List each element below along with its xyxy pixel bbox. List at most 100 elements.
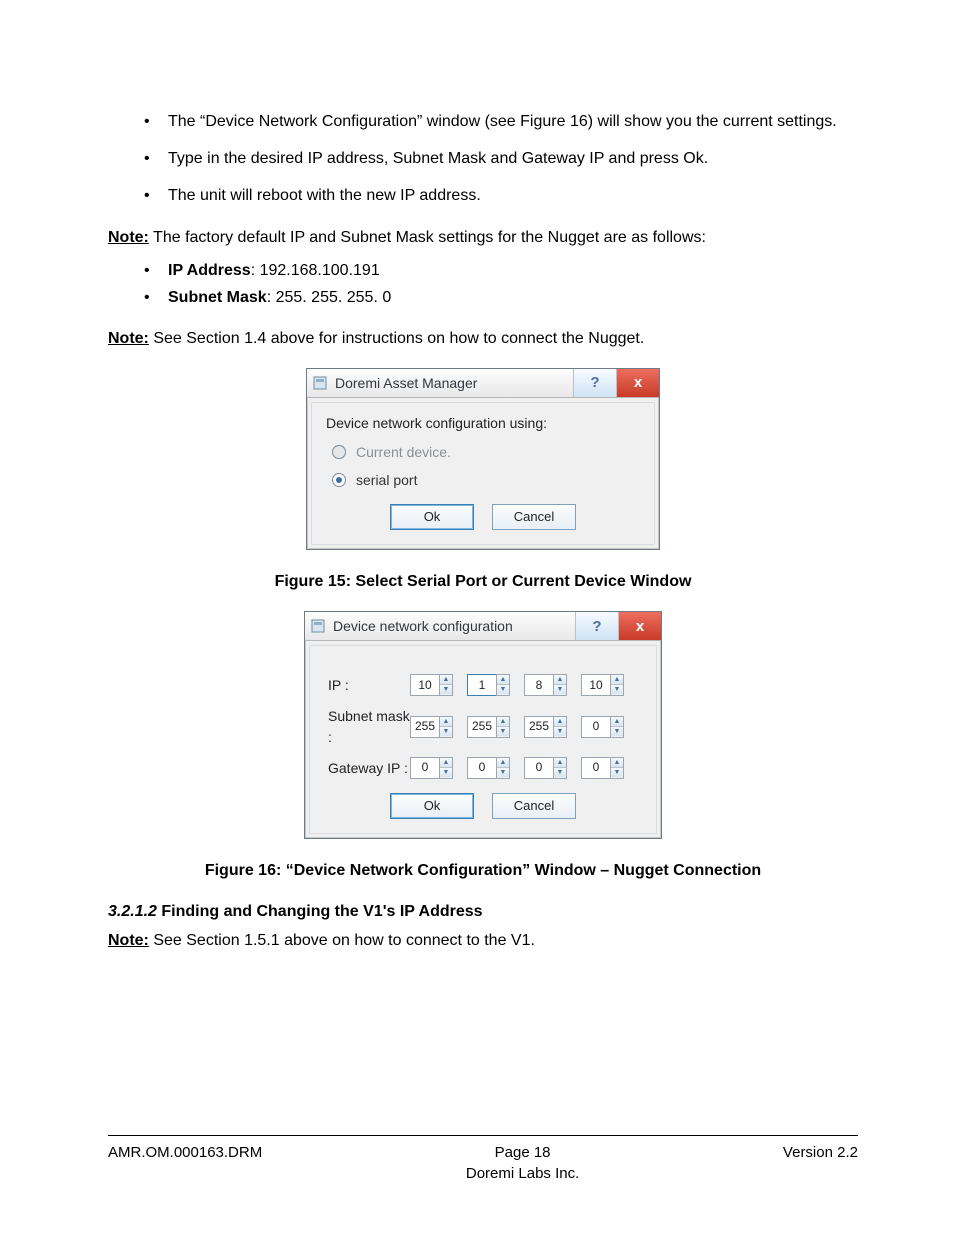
spin-down-icon[interactable]: ▼ xyxy=(611,685,623,694)
spin-down-icon[interactable]: ▼ xyxy=(497,727,509,736)
spin-value[interactable]: 255 xyxy=(524,716,553,738)
spin-up-icon[interactable]: ▲ xyxy=(611,675,623,685)
spin-buttons[interactable]: ▲▼ xyxy=(496,757,510,779)
app-icon xyxy=(307,369,333,397)
ip-octet-1[interactable]: 10▲▼ xyxy=(410,674,453,696)
spin-down-icon[interactable]: ▼ xyxy=(497,768,509,777)
footer-left: AMR.OM.000163.DRM xyxy=(108,1142,262,1186)
spin-up-icon[interactable]: ▲ xyxy=(554,717,566,727)
note-label: Note: xyxy=(108,932,149,949)
default-mask-label: Subnet Mask xyxy=(168,289,267,306)
spin-up-icon[interactable]: ▲ xyxy=(497,758,509,768)
dialog2-buttons: Ok Cancel xyxy=(328,793,638,819)
cancel-button[interactable]: Cancel xyxy=(492,504,576,530)
radio-serial-port[interactable]: serial port xyxy=(332,470,640,490)
row-gateway: Gateway IP : 0▲▼ 0▲▼ 0▲▼ 0▲▼ xyxy=(328,757,638,779)
spin-value[interactable]: 10 xyxy=(410,674,439,696)
dialog2-body: IP : 10▲▼ 1▲▼ 8▲▼ 10▲▼ Subnet mask : 255… xyxy=(309,645,657,834)
gw-octet-3[interactable]: 0▲▼ xyxy=(524,757,567,779)
gw-octet-4[interactable]: 0▲▼ xyxy=(581,757,624,779)
spin-buttons[interactable]: ▲▼ xyxy=(553,716,567,738)
bullet-item: The “Device Network Configuration” windo… xyxy=(108,110,858,133)
spin-down-icon[interactable]: ▼ xyxy=(440,727,452,736)
spin-down-icon[interactable]: ▼ xyxy=(554,685,566,694)
figure15-caption: Figure 15: Select Serial Port or Current… xyxy=(108,570,858,593)
spin-value[interactable]: 0 xyxy=(524,757,553,779)
bullet-item: Type in the desired IP address, Subnet M… xyxy=(108,147,858,170)
spin-buttons[interactable]: ▲▼ xyxy=(553,757,567,779)
label-subnet: Subnet mask : xyxy=(328,706,410,747)
spin-buttons[interactable]: ▲▼ xyxy=(610,757,624,779)
document-page: The “Device Network Configuration” windo… xyxy=(0,0,954,1235)
dialog-asset-manager: Doremi Asset Manager ? x Device network … xyxy=(306,368,660,550)
spin-value[interactable]: 255 xyxy=(467,716,496,738)
spin-value[interactable]: 0 xyxy=(581,757,610,779)
footer-right: Version 2.2 xyxy=(783,1142,858,1186)
spin-value[interactable]: 10 xyxy=(581,674,610,696)
spin-up-icon[interactable]: ▲ xyxy=(554,758,566,768)
section-number: 3.2.1.2 xyxy=(108,903,161,920)
spin-value[interactable]: 255 xyxy=(410,716,439,738)
ip-octet-2[interactable]: 1▲▼ xyxy=(467,674,510,696)
spin-buttons[interactable]: ▲▼ xyxy=(439,757,453,779)
ok-button[interactable]: Ok xyxy=(390,504,474,530)
spin-down-icon[interactable]: ▼ xyxy=(497,685,509,694)
spin-down-icon[interactable]: ▼ xyxy=(611,768,623,777)
spin-value[interactable]: 1 xyxy=(467,674,496,696)
main-bullet-list: The “Device Network Configuration” windo… xyxy=(108,110,858,208)
spin-buttons[interactable]: ▲▼ xyxy=(439,716,453,738)
default-ip: IP Address: 192.168.100.191 xyxy=(108,259,858,282)
spin-up-icon[interactable]: ▲ xyxy=(440,758,452,768)
note-connect-nugget: Note: See Section 1.4 above for instruct… xyxy=(108,327,858,350)
spin-value[interactable]: 0 xyxy=(410,757,439,779)
spin-up-icon[interactable]: ▲ xyxy=(440,675,452,685)
section-heading: 3.2.1.2 Finding and Changing the V1's IP… xyxy=(108,900,858,923)
spin-buttons[interactable]: ▲▼ xyxy=(496,716,510,738)
spin-value[interactable]: 0 xyxy=(467,757,496,779)
close-button[interactable]: x xyxy=(616,369,659,397)
spin-buttons[interactable]: ▲▼ xyxy=(610,674,624,696)
mask-octet-1[interactable]: 255▲▼ xyxy=(410,716,453,738)
spin-down-icon[interactable]: ▼ xyxy=(440,685,452,694)
cancel-button[interactable]: Cancel xyxy=(492,793,576,819)
close-button[interactable]: x xyxy=(618,612,661,640)
bullet-item: The unit will reboot with the new IP add… xyxy=(108,184,858,207)
mask-octet-3[interactable]: 255▲▼ xyxy=(524,716,567,738)
spin-value[interactable]: 0 xyxy=(581,716,610,738)
footer-company: Doremi Labs Inc. xyxy=(466,1163,579,1185)
spin-down-icon[interactable]: ▼ xyxy=(554,727,566,736)
spin-up-icon[interactable]: ▲ xyxy=(554,675,566,685)
dialog-network-config: Device network configuration ? x IP : 10… xyxy=(304,611,662,839)
titlebar: Doremi Asset Manager ? x xyxy=(307,369,659,398)
spin-up-icon[interactable]: ▲ xyxy=(497,675,509,685)
spin-buttons[interactable]: ▲▼ xyxy=(439,674,453,696)
gw-octet-2[interactable]: 0▲▼ xyxy=(467,757,510,779)
spin-up-icon[interactable]: ▲ xyxy=(440,717,452,727)
titlebar: Device network configuration ? x xyxy=(305,612,661,641)
help-button[interactable]: ? xyxy=(575,612,618,640)
ip-octet-3[interactable]: 8▲▼ xyxy=(524,674,567,696)
mask-octet-4[interactable]: 0▲▼ xyxy=(581,716,624,738)
spin-down-icon[interactable]: ▼ xyxy=(440,768,452,777)
spin-up-icon[interactable]: ▲ xyxy=(611,758,623,768)
footer-center: Page 18 Doremi Labs Inc. xyxy=(466,1142,579,1186)
spin-value[interactable]: 8 xyxy=(524,674,553,696)
dialog1-body: Device network configuration using: Curr… xyxy=(311,402,655,545)
spin-down-icon[interactable]: ▼ xyxy=(611,727,623,736)
mask-octet-2[interactable]: 255▲▼ xyxy=(467,716,510,738)
spin-down-icon[interactable]: ▼ xyxy=(554,768,566,777)
dialog1-buttons: Ok Cancel xyxy=(326,504,640,530)
note-text: The factory default IP and Subnet Mask s… xyxy=(149,229,706,246)
ip-octet-4[interactable]: 10▲▼ xyxy=(581,674,624,696)
radio-current-device[interactable]: Current device. xyxy=(332,442,640,462)
spin-buttons[interactable]: ▲▼ xyxy=(610,716,624,738)
note-label: Note: xyxy=(108,330,149,347)
spin-up-icon[interactable]: ▲ xyxy=(611,717,623,727)
ok-button[interactable]: Ok xyxy=(390,793,474,819)
gw-octet-1[interactable]: 0▲▼ xyxy=(410,757,453,779)
spin-buttons[interactable]: ▲▼ xyxy=(553,674,567,696)
help-button[interactable]: ? xyxy=(573,369,616,397)
spin-up-icon[interactable]: ▲ xyxy=(497,717,509,727)
figure16-caption: Figure 16: “Device Network Configuration… xyxy=(108,859,858,882)
spin-buttons[interactable]: ▲▼ xyxy=(496,674,510,696)
